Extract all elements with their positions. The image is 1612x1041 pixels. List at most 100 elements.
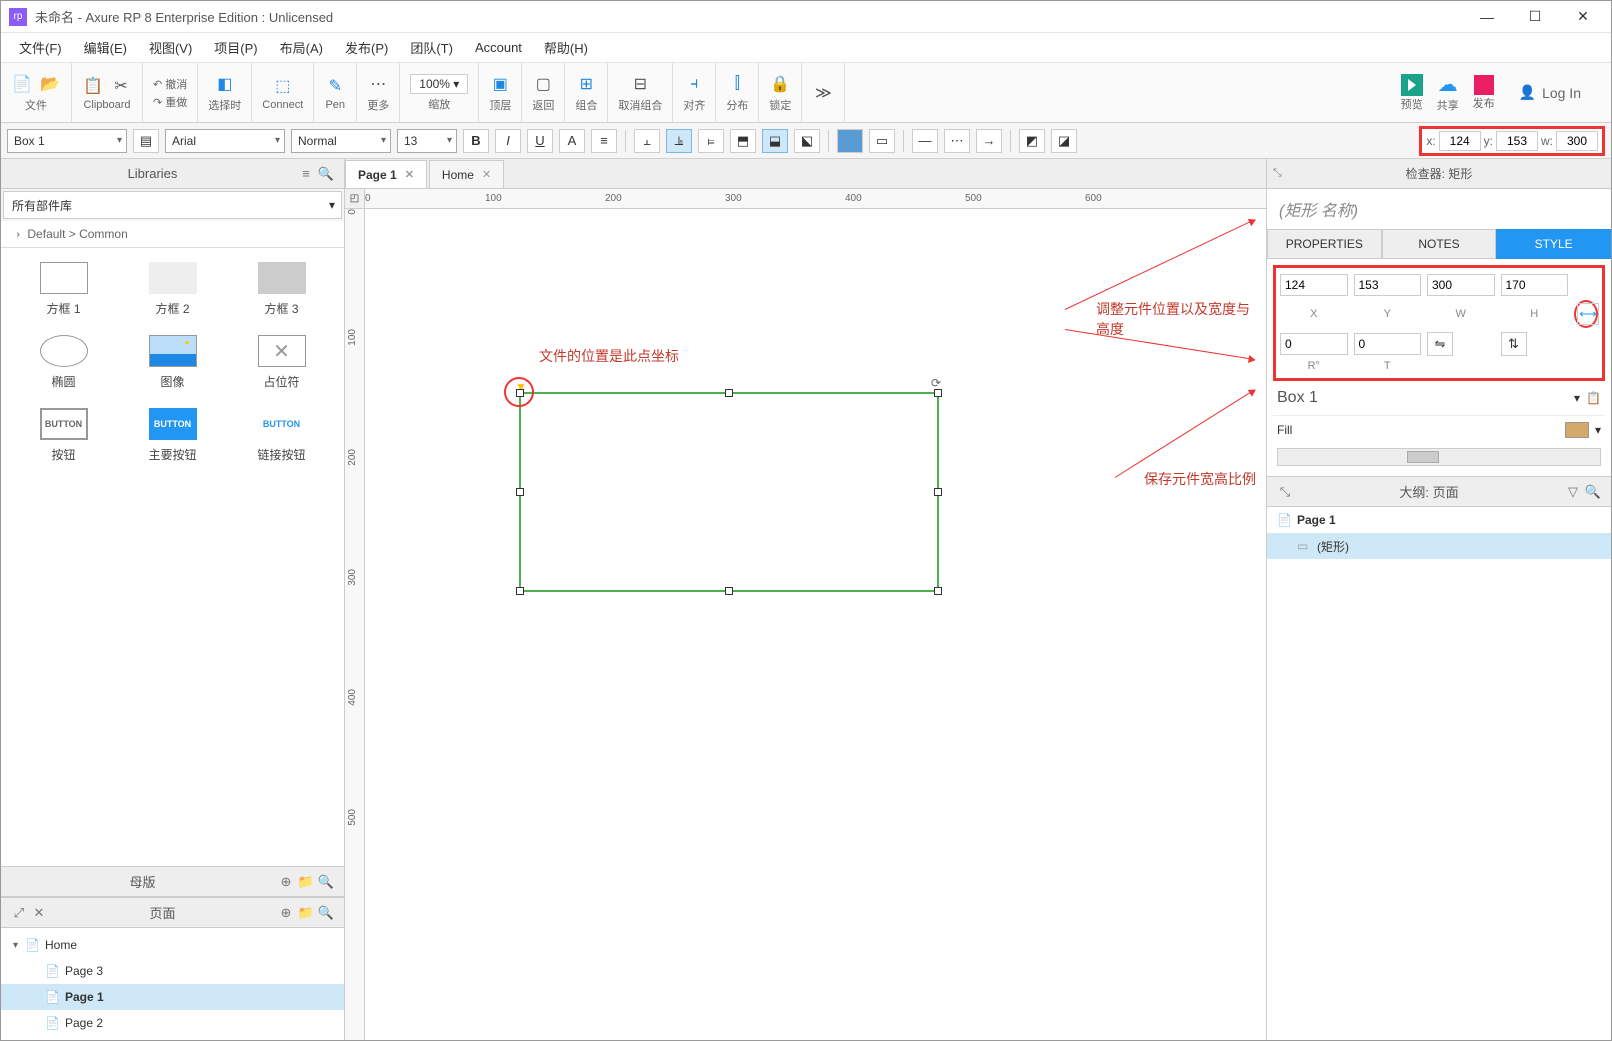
outline-filter-icon[interactable]: ▽ (1563, 482, 1583, 502)
pages-add-icon[interactable]: ⊕ (276, 903, 296, 923)
outline-row-shape[interactable]: ▭(矩形) (1267, 533, 1611, 559)
minimize-icon[interactable]: — (1475, 5, 1499, 29)
undo-icon[interactable]: ↶ (153, 79, 162, 91)
line-style-button[interactable]: ⋯ (944, 129, 970, 153)
bullets-button[interactable]: ≡ (591, 129, 617, 153)
align-icon[interactable]: ⫞ (683, 73, 705, 95)
login-button[interactable]: 👤Log In (1509, 84, 1591, 101)
page-row-page2[interactable]: 📄Page 2 (1, 1010, 344, 1036)
flip-h-icon[interactable]: ⇋ (1427, 332, 1453, 356)
fill-color-swatch[interactable] (1565, 422, 1589, 438)
redo-icon[interactable]: ↷ (153, 97, 162, 109)
send-back-icon[interactable]: ▢ (532, 73, 554, 95)
italic-button[interactable]: I (495, 129, 521, 153)
paste-icon[interactable]: 📋 (82, 75, 104, 97)
open-file-icon[interactable]: 📂 (39, 73, 61, 95)
group-icon[interactable]: ⊞ (575, 73, 597, 95)
share-icon[interactable]: ☁ (1438, 72, 1458, 97)
coord-w-input[interactable] (1556, 131, 1598, 151)
style-name-select[interactable]: Box 1 (1277, 389, 1568, 407)
widget-item[interactable]: 图像 (120, 331, 225, 394)
page-row-page3[interactable]: 📄Page 3 (1, 958, 344, 984)
resize-handle-ml[interactable] (516, 488, 524, 496)
menu-file[interactable]: 文件(F) (9, 34, 72, 61)
resize-handle-br[interactable] (934, 587, 942, 595)
widget-item[interactable]: BUTTON按钮 (11, 404, 116, 467)
valign-bottom-button[interactable]: ⬕ (794, 129, 820, 153)
pos-t-input[interactable] (1354, 333, 1422, 355)
bold-button[interactable]: B (463, 129, 489, 153)
menu-project[interactable]: 项目(P) (204, 34, 267, 61)
shadow-in-button[interactable]: ◪ (1051, 129, 1077, 153)
pos-y-input[interactable] (1354, 274, 1422, 296)
resize-handle-bc[interactable] (725, 587, 733, 595)
new-file-icon[interactable]: 📄 (11, 73, 33, 95)
resize-handle-tr[interactable] (934, 389, 942, 397)
more-icon[interactable]: ⋯ (367, 73, 389, 95)
pages-close-icon[interactable]: ✕ (29, 903, 49, 923)
select-mode-icon[interactable]: ◧ (214, 73, 236, 95)
lib-search-icon[interactable]: 🔍 (316, 164, 336, 184)
ungroup-icon[interactable]: ⊟ (629, 73, 651, 95)
style-update-icon[interactable]: 📋 (1586, 391, 1601, 405)
widget-item[interactable]: 方框 3 (229, 258, 334, 321)
outline-row-page[interactable]: 📄Page 1 (1267, 507, 1611, 533)
align-center-button[interactable]: ⫡ (666, 129, 692, 153)
valign-middle-button[interactable]: ⬓ (762, 129, 788, 153)
underline-button[interactable]: U (527, 129, 553, 153)
pages-folder-icon[interactable]: 📁 (296, 903, 316, 923)
collapse-icon[interactable]: ⤡ (1273, 167, 1282, 180)
bring-front-icon[interactable]: ▣ (489, 73, 511, 95)
widget-item[interactable]: 椭圆 (11, 331, 116, 394)
library-selector[interactable]: 所有部件库 (3, 191, 342, 219)
font-size-select[interactable]: 13 (397, 129, 457, 153)
pages-search-icon[interactable]: 🔍 (316, 903, 336, 923)
canvas[interactable]: ▼ ⟳ 文件的位置是此点坐标 调整元件位置以及宽度与高度 保存元件宽高比例 (365, 209, 1266, 1040)
distribute-icon[interactable]: ⫿ (726, 73, 748, 95)
overflow-icon[interactable]: ≫ (812, 82, 834, 104)
style-manager-icon[interactable]: ▤ (133, 129, 159, 153)
menu-edit[interactable]: 编辑(E) (74, 34, 137, 61)
tab-close-icon[interactable]: ✕ (405, 168, 414, 181)
widget-item[interactable]: BUTTON主要按钮 (120, 404, 225, 467)
shape-style-select[interactable]: Box 1 (7, 129, 127, 153)
widget-item[interactable]: BUTTON链接按钮 (229, 404, 334, 467)
line-color-button[interactable]: ▭ (869, 129, 895, 153)
tab-notes[interactable]: NOTES (1382, 229, 1497, 259)
tab-home[interactable]: Home✕ (429, 160, 504, 188)
tab-page1[interactable]: Page 1✕ (345, 160, 427, 188)
line-width-button[interactable]: — (912, 129, 938, 153)
menu-account[interactable]: Account (465, 36, 532, 59)
coord-x-input[interactable] (1439, 131, 1481, 151)
pos-r-input[interactable] (1280, 333, 1348, 355)
fill-dropdown-icon[interactable]: ▾ (1595, 423, 1601, 437)
page-row-page1[interactable]: 📄Page 1 (1, 984, 344, 1010)
flip-v-icon[interactable]: ⇅ (1501, 332, 1527, 356)
align-right-button[interactable]: ⫢ (698, 129, 724, 153)
zoom-select[interactable]: 100% ▾ (410, 74, 468, 94)
widget-item[interactable]: 占位符 (229, 331, 334, 394)
h-scrollbar[interactable] (1277, 448, 1601, 466)
master-add-icon[interactable]: ⊕ (276, 872, 296, 892)
lib-menu-icon[interactable]: ≡ (296, 164, 316, 184)
fill-color-button[interactable] (837, 129, 863, 153)
close-icon[interactable]: ✕ (1571, 5, 1595, 29)
coord-y-input[interactable] (1496, 131, 1538, 151)
resize-handle-tc[interactable] (725, 389, 733, 397)
menu-team[interactable]: 团队(T) (400, 34, 463, 61)
menu-help[interactable]: 帮助(H) (534, 34, 598, 61)
preview-icon[interactable] (1401, 74, 1423, 96)
master-folder-icon[interactable]: 📁 (296, 872, 316, 892)
pen-icon[interactable]: ✎ (324, 75, 346, 97)
pos-x-input[interactable] (1280, 274, 1348, 296)
page-row-home[interactable]: ▾📄Home (1, 932, 344, 958)
pos-w-input[interactable] (1427, 274, 1495, 296)
tab-properties[interactable]: PROPERTIES (1267, 229, 1382, 259)
shape-name-field[interactable]: (矩形 名称) (1267, 189, 1611, 229)
publish-icon[interactable] (1474, 75, 1494, 95)
tab-style[interactable]: STYLE (1496, 229, 1611, 259)
widget-item[interactable]: 方框 1 (11, 258, 116, 321)
font-weight-select[interactable]: Normal (291, 129, 391, 153)
shadow-out-button[interactable]: ◩ (1019, 129, 1045, 153)
resize-handle-bl[interactable] (516, 587, 524, 595)
